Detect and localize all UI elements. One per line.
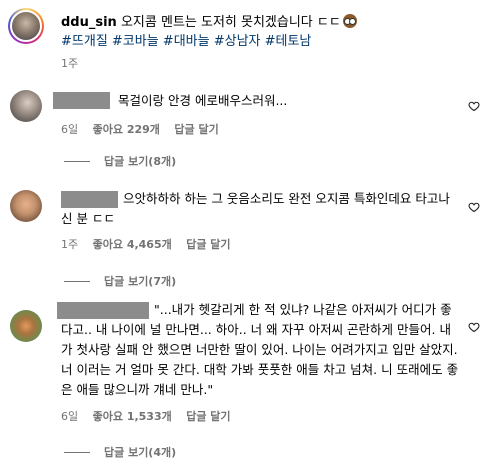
comment-text: "...내가 헷갈리게 한 적 있냐? 나같은 아저씨가 어디가 좋다고.. 내…	[61, 302, 459, 397]
comment-likes[interactable]: 좋아요 4,465개	[93, 238, 172, 251]
comment-likes[interactable]: 좋아요 1,533개	[93, 410, 172, 423]
post-caption: ddu_sin 오지콤 멘트는 도저히 못치겠습니다 ㄷㄷ #뜨개질 #코바늘 …	[0, 0, 488, 80]
owl-emoji-icon	[342, 14, 357, 28]
replies-divider	[64, 452, 90, 453]
post-time: 1주	[61, 57, 79, 70]
comment-meta: 6일 좋아요 229개 답글 달기	[61, 121, 230, 137]
comment-likes[interactable]: 좋아요 229개	[93, 123, 160, 136]
commenter-avatar[interactable]	[10, 90, 42, 122]
author-avatar[interactable]	[8, 8, 44, 44]
commenter-avatar[interactable]	[10, 190, 42, 222]
view-replies-button[interactable]: 답글 보기(8개)	[64, 153, 176, 169]
reply-button[interactable]: 답글 달기	[186, 410, 230, 423]
reply-button[interactable]: 답글 달기	[186, 238, 230, 251]
replies-divider	[64, 281, 90, 282]
comment-item: 목걸이랑 안경 에로배우스러워... 6일 좋아요 229개 답글 달기 답글 …	[0, 80, 488, 180]
comment-time: 1주	[61, 238, 79, 251]
caption-line: ddu_sin 오지콤 멘트는 도저히 못치겠습니다 ㄷㄷ	[61, 11, 357, 30]
view-replies-button[interactable]: 답글 보기(4개)	[64, 444, 176, 460]
caption-hashtags[interactable]: #뜨개질 #코바늘 #대바늘 #상남자 #테토남	[61, 30, 311, 49]
reply-button[interactable]: 답글 달기	[174, 123, 218, 136]
caption-text: 오지콤 멘트는 도저히 못치겠습니다 ㄷㄷ	[120, 15, 341, 30]
commenter-avatar[interactable]	[10, 310, 42, 342]
like-heart-icon[interactable]	[468, 321, 480, 333]
comment-text: 목걸이랑 안경 에로배우스러워...	[118, 93, 288, 108]
author-username[interactable]: ddu_sin	[61, 15, 117, 30]
like-heart-icon[interactable]	[468, 201, 480, 213]
comment-time: 6일	[61, 123, 79, 136]
comment-text: 으앗하하하 하는 그 웃음소리도 완전 오지콤 특화인데요 타고나신 분 ㄷㄷ	[61, 191, 450, 226]
comment-time: 6일	[61, 410, 79, 423]
comment-item: "...내가 헷갈리게 한 적 있냐? 나같은 아저씨가 어디가 좋다고.. 내…	[0, 295, 488, 468]
replies-divider	[64, 161, 90, 162]
comment-meta: 6일 좋아요 1,533개 답글 달기	[61, 408, 242, 424]
comment-item: 으앗하하하 하는 그 웃음소리도 완전 오지콤 특화인데요 타고나신 분 ㄷㄷ …	[0, 180, 488, 295]
comment-meta: 1주 좋아요 4,465개 답글 달기	[61, 236, 242, 252]
like-heart-icon[interactable]	[468, 100, 480, 112]
view-replies-button[interactable]: 답글 보기(7개)	[64, 273, 176, 289]
